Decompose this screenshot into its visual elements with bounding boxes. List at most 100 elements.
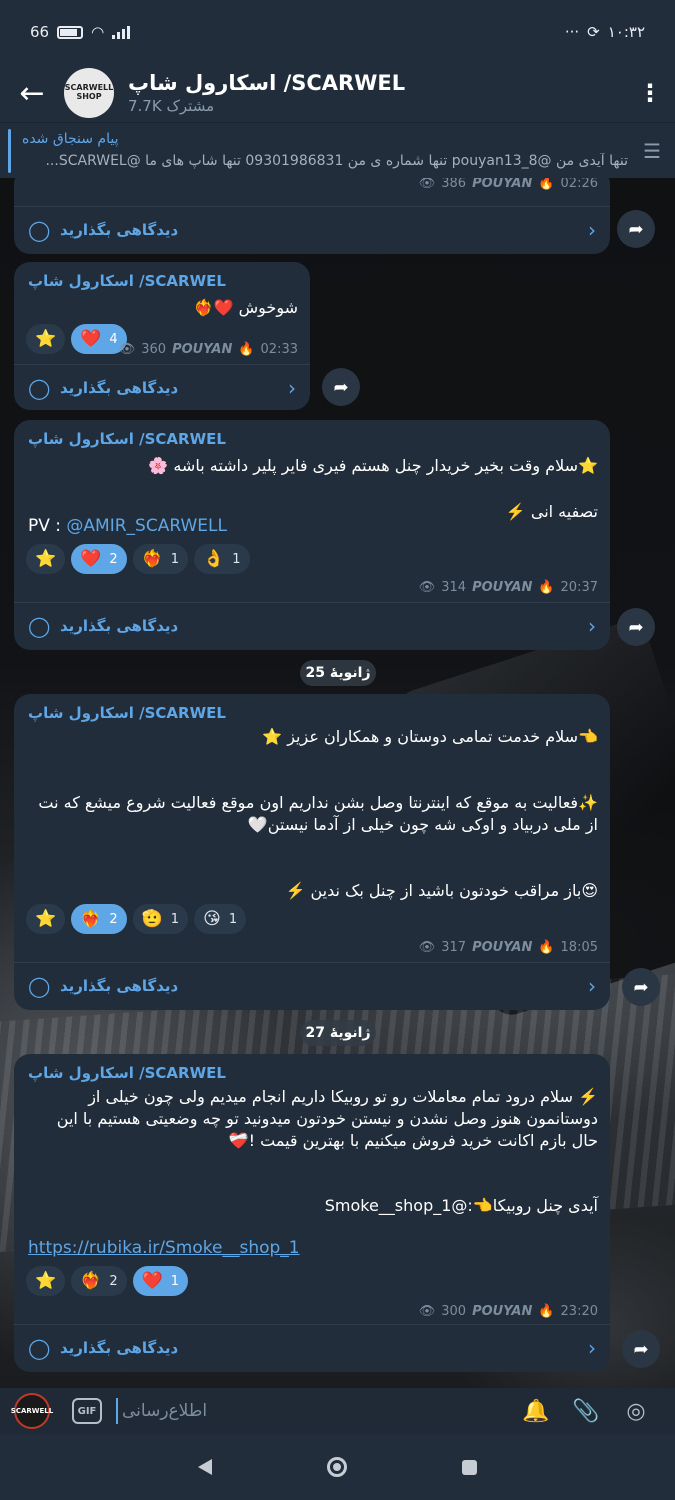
back-arrow-icon[interactable]: ← <box>0 76 64 111</box>
post-author: POUYAN <box>472 1304 533 1319</box>
flame-icon: 🔥 <box>238 342 255 357</box>
reaction-heart[interactable]: ❤️ 2 <box>71 544 127 574</box>
comment-button[interactable]: ◯ دیدگاهی بگذارید › <box>14 206 610 252</box>
clock: ۱۰:۳۲ <box>607 23 645 41</box>
reaction-heart-fire[interactable]: ❤️‍🔥 2 <box>71 904 127 934</box>
menu-icon[interactable]: ⋮ <box>625 79 675 107</box>
reaction-bar: ⭐ ❤️‍🔥 2 ❤️ 1 <box>26 1266 189 1296</box>
comment-button[interactable]: ◯ دیدگاهی بگذارید › <box>14 364 310 410</box>
sync-icon: ⟳ <box>587 23 600 41</box>
comment-icon: ◯ <box>28 217 51 242</box>
eye-icon: 👁 <box>418 940 436 955</box>
eye-icon: 👁 <box>418 580 436 595</box>
date-separator: 25 ژانویهٔ <box>300 660 376 686</box>
reaction-bar: ⭐ ❤️ 2 ❤️‍🔥 1 👌 1 <box>26 544 250 574</box>
comment-button[interactable]: ◯ دیدگاهی بگذارید › <box>14 1324 610 1370</box>
post-author: POUYAN <box>172 342 233 357</box>
camera-icon[interactable]: ◎ <box>611 1399 661 1424</box>
reaction-salute[interactable]: 🫡 1 <box>132 904 189 934</box>
date-separator: 27 ژانویهٔ <box>300 1020 376 1046</box>
share-icon: ➦ <box>333 376 349 398</box>
channel-info[interactable]: اسکارول شاپ /SCARWEL 7.7K مشترک <box>128 71 625 115</box>
view-count: 300 <box>441 1304 467 1319</box>
reaction-kiss[interactable]: 😘 1 <box>194 904 247 934</box>
flame-icon: 🔥 <box>538 1304 555 1319</box>
reaction-heart-fire[interactable]: ❤️‍🔥 2 <box>71 1266 127 1296</box>
comment-icon: ◯ <box>28 973 51 998</box>
battery-level: 66 <box>30 23 50 41</box>
message-sender: اسکارول شاپ /SCARWEL <box>28 430 226 448</box>
message-bubble[interactable]: 👁 386 POUYAN 🔥 02:26 ◯ دیدگاهی بگذارید › <box>14 178 610 254</box>
post-author: POUYAN <box>472 178 533 191</box>
comment-icon: ◯ <box>28 613 51 638</box>
message-text: ⭐️سلام وقت بخیر خریدار چنل هستم فیری فای… <box>148 456 598 521</box>
reaction-star[interactable]: ⭐ <box>26 904 66 934</box>
share-button[interactable]: ➦ <box>617 608 655 646</box>
pinned-title: پیام سنجاق شده <box>22 131 119 147</box>
share-button[interactable]: ➦ <box>617 210 655 248</box>
reaction-ok-hand[interactable]: 👌 1 <box>194 544 250 574</box>
battery-icon <box>57 25 84 39</box>
share-button[interactable]: ➦ <box>622 1330 660 1368</box>
system-navigation-bar <box>0 1434 675 1500</box>
comment-button[interactable]: ◯ دیدگاهی بگذارید › <box>14 962 610 1008</box>
pin-list-icon[interactable]: ☰ <box>643 139 661 163</box>
gif-button[interactable]: GIF <box>72 1398 102 1424</box>
chevron-right-icon: › <box>288 375 296 400</box>
chevron-right-icon: › <box>588 1335 596 1360</box>
chevron-right-icon: › <box>588 217 596 242</box>
message-bubble[interactable]: اسکارول شاپ /SCARWEL ⚡️ سلام درود تمام م… <box>14 1054 610 1372</box>
pv-line: PV : @AMIR_SCARWELL <box>28 516 227 536</box>
message-bubble[interactable]: اسکارول شاپ /SCARWEL ⭐️سلام وقت بخیر خری… <box>14 420 610 650</box>
nav-back-icon[interactable] <box>197 1459 212 1475</box>
post-author: POUYAN <box>472 940 533 955</box>
message-meta: 👁 317 POUYAN 🔥 18:05 <box>419 940 598 955</box>
flame-icon: 🔥 <box>538 178 555 191</box>
send-as-avatar[interactable]: SCARWELL <box>10 1393 54 1429</box>
text-caret <box>116 1398 118 1424</box>
message-bubble[interactable]: اسکارول شاپ /SCARWEL 👈سلام خدمت تمامی دو… <box>14 694 610 1010</box>
reaction-star[interactable]: ⭐ <box>26 324 66 354</box>
message-text: ⚡️ سلام درود تمام معاملات رو تو روبیکا د… <box>56 1087 598 1150</box>
reaction-heart-fire[interactable]: ❤️‍🔥 1 <box>132 544 189 574</box>
reaction-star[interactable]: ⭐ <box>26 1266 66 1296</box>
share-icon: ➦ <box>633 1338 649 1360</box>
notification-dots: ··· <box>564 23 580 41</box>
post-author: POUYAN <box>472 580 533 595</box>
channel-avatar[interactable]: SCARWELL SHOP <box>64 68 114 118</box>
message-meta: 👁 360 POUYAN 🔥 02:33 <box>119 342 298 357</box>
attach-icon[interactable]: 📎 <box>561 1399 611 1424</box>
send-as-avatar-text: SCARWELL <box>10 1407 54 1415</box>
message-input[interactable]: اطلاع‌رسانی <box>122 1401 511 1421</box>
message-list[interactable]: 👁 386 POUYAN 🔥 02:26 ◯ دیدگاهی بگذارید ›… <box>0 178 675 1388</box>
chevron-right-icon: › <box>588 613 596 638</box>
reaction-star[interactable]: ⭐ <box>26 544 66 574</box>
comment-button[interactable]: ◯ دیدگاهی بگذارید › <box>14 602 610 648</box>
share-button[interactable]: ➦ <box>322 368 360 406</box>
message-sender: اسکارول شاپ /SCARWEL <box>28 272 226 290</box>
pinned-text: تنها آیدی من @pouyan13_8 تنها شماره ی من… <box>45 153 628 169</box>
comment-label: دیدگاهی بگذارید <box>60 1338 179 1357</box>
bell-icon[interactable]: 🔔 <box>511 1399 561 1424</box>
rubika-link[interactable]: https://rubika.ir/Smoke__shop_1 <box>28 1238 300 1258</box>
message-meta: 👁 314 POUYAN 🔥 20:37 <box>419 580 598 595</box>
reaction-bar: ⭐ ❤️ 4 <box>26 324 127 354</box>
chevron-right-icon: › <box>588 973 596 998</box>
post-time: 02:26 <box>560 178 598 191</box>
reaction-heart[interactable]: ❤️ 1 <box>132 1266 189 1296</box>
post-time: 02:33 <box>260 342 298 357</box>
reaction-bar: ⭐ ❤️‍🔥 2 🫡 1 😘 1 <box>26 904 247 934</box>
view-count: 314 <box>441 580 467 595</box>
message-sender: اسکارول شاپ /SCARWEL <box>28 704 226 722</box>
nav-recents-icon[interactable] <box>462 1459 478 1475</box>
pinned-message[interactable]: پیام سنجاق شده تنها آیدی من @pouyan13_8 … <box>0 122 675 178</box>
message-meta: 👁 386 POUYAN 🔥 02:26 <box>419 178 598 191</box>
pv-handle-link[interactable]: @AMIR_SCARWELL <box>66 516 227 536</box>
share-button[interactable]: ➦ <box>622 968 660 1006</box>
nav-home-icon[interactable] <box>326 1457 347 1477</box>
message-bubble[interactable]: اسکارول شاپ /SCARWEL شوخوش ❤️❤️‍🔥 ⭐ ❤️ 4 … <box>14 262 310 410</box>
share-icon: ➦ <box>633 976 649 998</box>
composer-bar: SCARWELL GIF اطلاع‌رسانی 🔔 📎 ◎ <box>0 1388 675 1434</box>
pinned-indicator <box>8 129 11 173</box>
channel-avatar-text: SCARWELL SHOP <box>64 83 114 101</box>
